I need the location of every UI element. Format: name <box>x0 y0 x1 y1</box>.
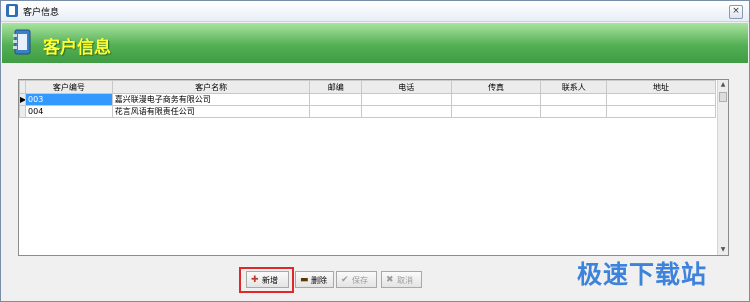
save-button[interactable]: ✔ 保存 <box>336 271 377 288</box>
minus-icon: ▬ <box>300 275 309 285</box>
window-title: 客户信息 <box>23 8 60 18</box>
customer-grid[interactable]: 客户编号 客户名称 邮编 电话 传真 联系人 地址 ▶ 003 嘉兴联漫电子商务… <box>18 79 729 256</box>
table-cell[interactable] <box>450 93 542 106</box>
add-button[interactable]: ✚ 新增 <box>246 271 289 288</box>
scroll-down-arrow-icon[interactable]: ▼ <box>718 245 728 255</box>
plus-icon: ✚ <box>251 275 259 285</box>
table-row[interactable]: 004 花言风语有限责任公司 <box>18 105 716 118</box>
column-header[interactable]: 邮编 <box>309 80 362 94</box>
table-cell[interactable]: 嘉兴联漫电子商务有限公司 <box>111 93 311 106</box>
column-header[interactable]: 客户名称 <box>111 80 311 94</box>
scroll-thumb[interactable] <box>719 92 727 102</box>
delete-button-label: 删除 <box>311 276 327 285</box>
table-cell[interactable] <box>606 93 716 106</box>
action-toolbar: ✚ 新增 ▬ 删除 ✔ 保存 ✖ 取消 <box>239 267 430 293</box>
customer-info-window: 客户信息 × 客户信息 客户编号 客户名称 邮编 电话 传真 联系人 地址 ▶ … <box>0 0 750 302</box>
add-button-label: 新增 <box>262 276 278 285</box>
vertical-scrollbar[interactable]: ▲ ▼ <box>717 80 728 255</box>
table-cell[interactable]: 003 <box>25 93 113 106</box>
table-cell[interactable] <box>540 93 608 106</box>
title-bar[interactable]: 客户信息 × <box>1 1 749 22</box>
cancel-button[interactable]: ✖ 取消 <box>381 271 422 288</box>
column-header[interactable]: 传真 <box>450 80 542 94</box>
delete-button[interactable]: ▬ 删除 <box>295 271 334 288</box>
table-cell[interactable] <box>540 105 608 118</box>
table-cell[interactable] <box>360 93 452 106</box>
table-cell[interactable]: 004 <box>25 105 113 118</box>
table-cell[interactable]: 花言风语有限责任公司 <box>111 105 311 118</box>
address-book-icon <box>13 29 31 55</box>
header-banner: 客户信息 <box>2 23 748 63</box>
scroll-up-arrow-icon[interactable]: ▲ <box>718 80 728 90</box>
app-icon <box>6 4 18 17</box>
table-cell[interactable] <box>360 105 452 118</box>
table-cell[interactable] <box>450 105 542 118</box>
check-icon: ✔ <box>341 275 349 285</box>
current-row-indicator: ▶ <box>18 93 27 106</box>
column-header[interactable]: 地址 <box>606 80 716 94</box>
table-cell[interactable] <box>309 105 362 118</box>
banner-title: 客户信息 <box>43 38 111 58</box>
header-row: 客户编号 客户名称 邮编 电话 传真 联系人 地址 <box>18 80 716 94</box>
customer-table: 客户编号 客户名称 邮编 电话 传真 联系人 地址 ▶ 003 嘉兴联漫电子商务… <box>18 80 716 118</box>
column-header[interactable]: 电话 <box>360 80 452 94</box>
table-cell[interactable] <box>309 93 362 106</box>
save-button-label: 保存 <box>352 276 368 285</box>
site-watermark: 极速下载站 <box>577 260 708 289</box>
column-header[interactable]: 客户编号 <box>25 80 113 94</box>
cancel-button-label: 取消 <box>397 276 413 285</box>
close-button[interactable]: × <box>729 5 743 19</box>
x-icon: ✖ <box>386 275 394 285</box>
column-header[interactable]: 联系人 <box>540 80 608 94</box>
table-row[interactable]: ▶ 003 嘉兴联漫电子商务有限公司 <box>18 93 716 106</box>
table-cell[interactable] <box>606 105 716 118</box>
